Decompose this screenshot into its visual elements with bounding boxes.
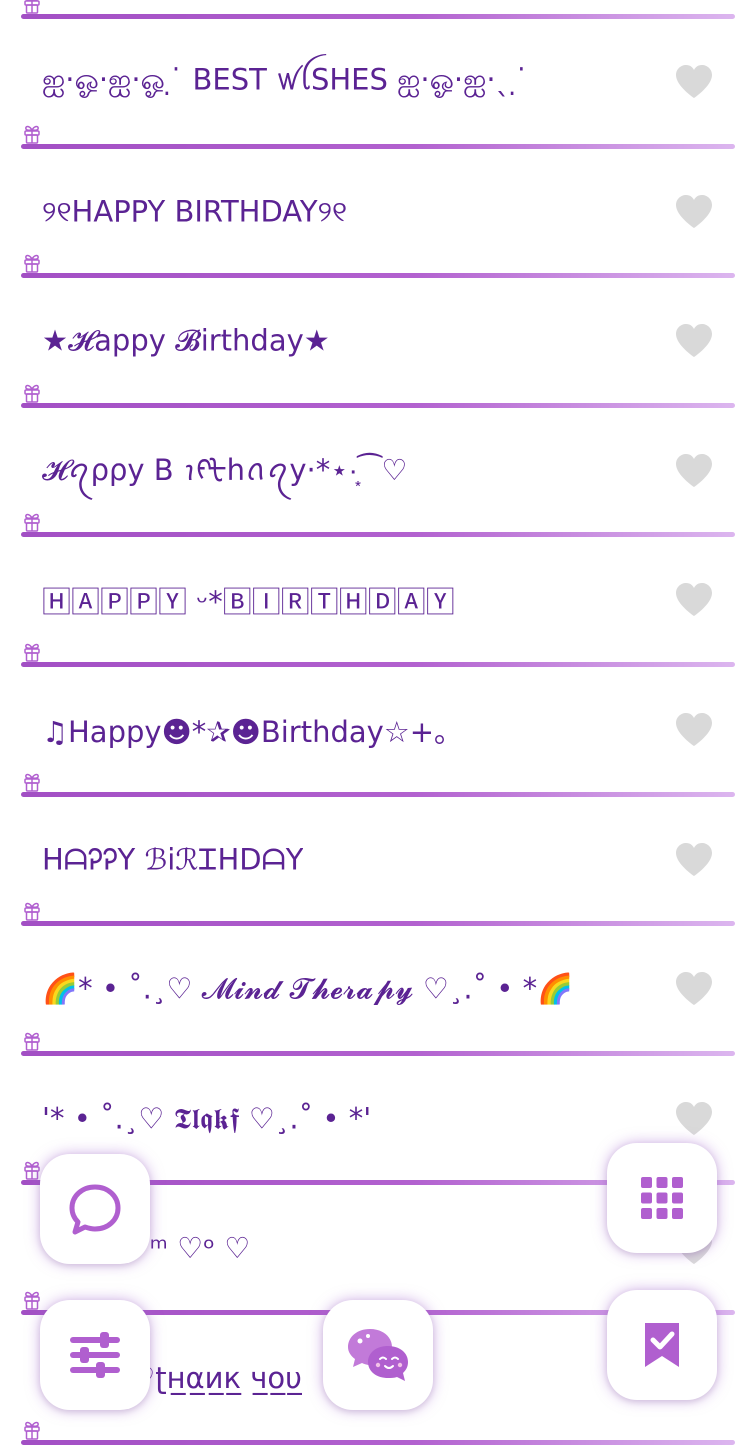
style-text[interactable]: ୨୧HAPPY BIRTHDAY୨୧ bbox=[42, 194, 347, 229]
gift-icon bbox=[22, 1160, 42, 1181]
gift-icon bbox=[22, 1420, 42, 1440]
style-text[interactable]: 𝓗ꪖρρy B ꪱᠻᡶhꪒꪖy·*⋆·͙⁀♡ bbox=[42, 439, 407, 503]
style-text[interactable]: 🄷🄰🄿🄿🅈 ᵕ*🄱🄸🅁🅃🄷🄳🄰🅈 bbox=[42, 579, 455, 621]
heart-icon[interactable] bbox=[674, 971, 714, 1007]
bookmark-check-icon bbox=[645, 1323, 679, 1367]
list-item[interactable]: ஐ·ஓ·ஐ·ஓ ̣ ̇ BEST ꪝꪶSHES ஐ·ஓ·ஐ·ˎ ̣ ̇ bbox=[0, 17, 756, 147]
gift-icon bbox=[22, 1290, 42, 1310]
style-text[interactable]: 🌈* • ˚.¸♡ 𝓜𝓲𝓷𝓭 𝓣𝓱𝓮𝓻𝓪𝓹𝔂 ♡¸.˚ • *🌈 bbox=[42, 972, 573, 1007]
gift-icon bbox=[22, 901, 42, 921]
list-item[interactable]: 𝓗ꪖρρy B ꪱᠻᡶhꪒꪖy·*⋆·͙⁀♡ bbox=[0, 406, 756, 536]
heart-icon[interactable] bbox=[674, 842, 714, 878]
gift-icon bbox=[22, 383, 42, 403]
style-text[interactable]: HᗩᎮᎮY ℬiℛᏆHDᗩY bbox=[42, 842, 303, 877]
saved-button[interactable] bbox=[607, 1290, 717, 1400]
chat-bubble-icon bbox=[69, 1184, 121, 1235]
gift-icon bbox=[22, 124, 42, 144]
gift-icon bbox=[22, 0, 42, 14]
heart-icon[interactable] bbox=[674, 64, 714, 100]
messages-button[interactable] bbox=[323, 1300, 433, 1410]
style-text[interactable]: '* • ˚.¸♡ 𝕿𝖑𝖖𝖐𝖋 ♡¸.˚ • *' bbox=[42, 1101, 371, 1136]
heart-icon[interactable] bbox=[674, 194, 714, 230]
list-item[interactable]: 🄷🄰🄿🄿🅈 ᵕ*🄱🄸🅁🅃🄷🄳🄰🅈 bbox=[0, 535, 756, 665]
style-text[interactable]: ♫Happy☻*✰☻Birthday☆+｡ bbox=[42, 709, 449, 751]
gift-icon bbox=[22, 253, 42, 273]
list-item[interactable]: 🌈* • ˚.¸♡ 𝓜𝓲𝓷𝓭 𝓣𝓱𝓮𝓻𝓪𝓹𝔂 ♡¸.˚ • *🌈 bbox=[0, 924, 756, 1054]
heart-icon[interactable] bbox=[674, 1101, 714, 1137]
list-item[interactable]: ★𝓗appy 𝓑irthday★ bbox=[0, 276, 756, 406]
heart-icon[interactable] bbox=[674, 712, 714, 748]
gift-icon bbox=[22, 642, 42, 662]
heart-icon[interactable] bbox=[674, 323, 714, 359]
grid-icon bbox=[641, 1177, 683, 1219]
list-item[interactable]: ୨୧HAPPY BIRTHDAY୨୧ bbox=[0, 147, 756, 277]
style-text[interactable]: ஐ·ஓ·ஐ·ஓ ̣ ̇ BEST ꪝꪶSHES ஐ·ஓ·ஐ·ˎ ̣ ̇ bbox=[42, 52, 529, 113]
gift-icon bbox=[22, 1031, 42, 1051]
chat-button[interactable] bbox=[40, 1154, 150, 1264]
list-item[interactable]: ♫Happy☻*✰☻Birthday☆+｡ bbox=[0, 665, 756, 795]
sliders-icon bbox=[70, 1332, 120, 1378]
gift-icon bbox=[22, 512, 42, 533]
style-text[interactable]: ★𝓗appy 𝓑irthday★ bbox=[42, 324, 330, 359]
filters-button[interactable] bbox=[40, 1300, 150, 1410]
list-item[interactable]: HᗩᎮᎮY ℬiℛᏆHDᗩY bbox=[0, 795, 756, 925]
row-divider bbox=[21, 1439, 735, 1445]
heart-icon[interactable] bbox=[674, 582, 714, 618]
grid-menu-button[interactable] bbox=[607, 1143, 717, 1253]
heart-icon[interactable] bbox=[674, 453, 714, 489]
gift-icon bbox=[22, 772, 42, 792]
kawaii-chat-icon bbox=[348, 1329, 408, 1381]
